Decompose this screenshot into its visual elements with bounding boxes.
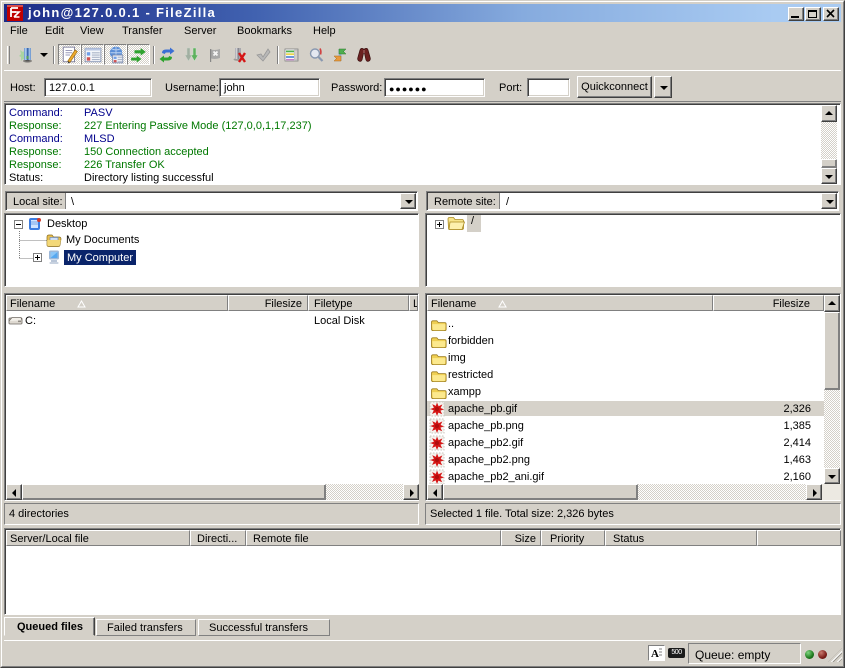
svg-text:A: A [651,648,659,660]
